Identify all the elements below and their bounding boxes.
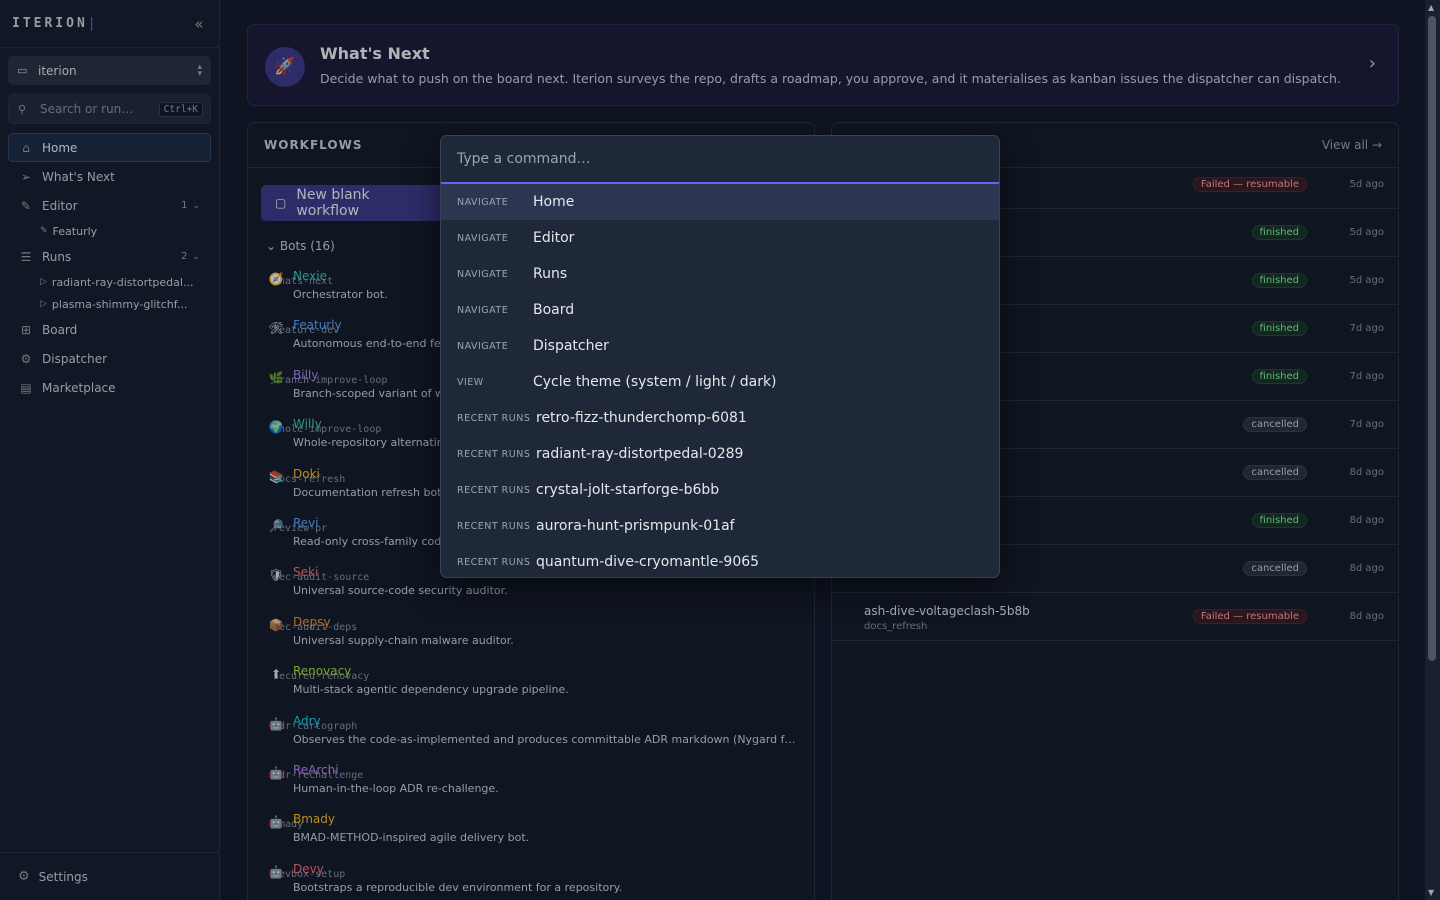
command-item[interactable]: NAVIGATE Home [441,184,999,220]
command-item[interactable]: RECENT RUNS quantum-dive-cryomantle-9065 [441,544,999,577]
command-item[interactable]: NAVIGATE Editor [441,220,999,256]
command-item[interactable]: NAVIGATE Board [441,292,999,328]
command-label: Dispatcher [533,338,609,354]
command-category: VIEW [457,376,484,388]
command-category: NAVIGATE [457,340,509,352]
command-item[interactable]: RECENT RUNS radiant-ray-distortpedal-0289 [441,436,999,472]
command-label: Home [533,194,575,210]
command-label: Cycle theme (system / light / dark) [533,374,777,390]
command-item[interactable]: RECENT RUNS crystal-jolt-starforge-b6bb [441,472,999,508]
command-palette: Type a command… NAVIGATE Home NAVIGATE Edit… [440,135,1000,578]
scroll-down-icon[interactable]: ▼ [1428,888,1434,897]
command-category: NAVIGATE [457,196,509,208]
command-item[interactable]: NAVIGATE Dispatcher [441,328,999,364]
command-list: NAVIGATE Home NAVIGATE Editor NAVIGATE Runs NA… [441,184,999,577]
command-label: quantum-dive-cryomantle-9065 [536,554,760,570]
command-label: retro-fizz-thunderchomp-6081 [536,410,747,426]
scrollbar-thumb[interactable] [1428,16,1436,661]
command-label: radiant-ray-distortpedal-0289 [536,446,744,462]
command-label: Runs [533,266,568,282]
command-label: aurora-hunt-prismpunk-01af [536,518,735,534]
command-category: RECENT RUNS [457,484,531,496]
command-category: RECENT RUNS [457,520,531,532]
command-label: Editor [533,230,575,246]
command-item[interactable]: NAVIGATE Runs [441,256,999,292]
command-item[interactable]: RECENT RUNS aurora-hunt-prismpunk-01af [441,508,999,544]
command-item[interactable]: VIEW Cycle theme (system / light / dark) [441,364,999,400]
command-category: NAVIGATE [457,232,509,244]
scroll-up-icon[interactable]: ▲ [1428,3,1434,12]
command-label: crystal-jolt-starforge-b6bb [536,482,720,498]
command-category: RECENT RUNS [457,448,531,460]
app-root: ITERION| « ▭ iterion ▴ ▾ ⚲ Search or run…… [0,0,1440,900]
command-input[interactable]: Type a command… [441,136,999,184]
command-item[interactable]: RECENT RUNS retro-fizz-thunderchomp-6081 [441,400,999,436]
command-category: RECENT RUNS [457,412,531,424]
command-category: RECENT RUNS [457,556,531,568]
page-scrollbar[interactable]: ▲ ▼ [1425,0,1440,900]
command-category: NAVIGATE [457,268,509,280]
command-category: NAVIGATE [457,304,509,316]
command-label: Board [533,302,575,318]
